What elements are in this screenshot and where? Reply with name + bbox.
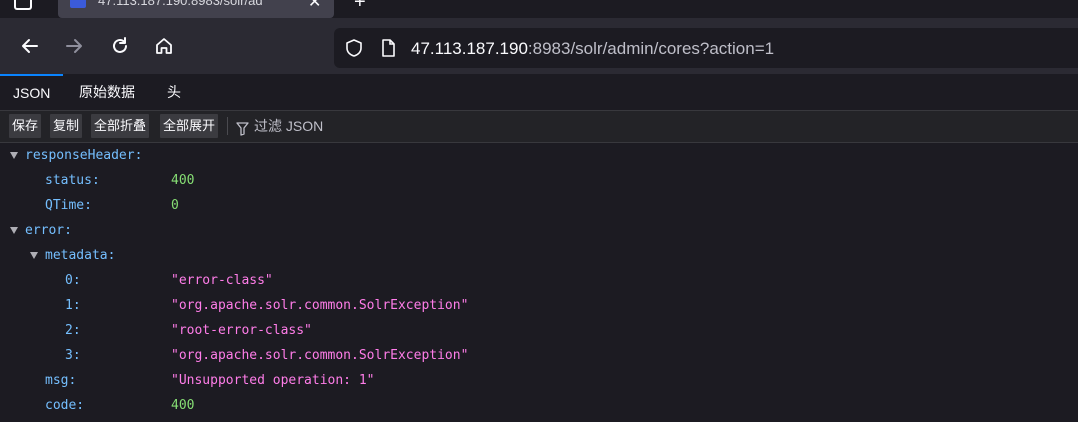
json-value: "org.apache.solr.common.SolrException" — [171, 348, 469, 363]
json-key: 3: — [65, 348, 81, 363]
tree-row-responseheader[interactable]: responseHeader: — [0, 143, 1078, 168]
expand-twisty-icon[interactable] — [10, 152, 18, 159]
json-key: status: — [45, 173, 100, 188]
json-key: 2: — [65, 323, 81, 338]
json-key: 0: — [65, 273, 81, 288]
save-button[interactable]: 保存 — [9, 114, 42, 138]
tab-title: 47.113.187.190:8983/solr/ad — [98, 0, 263, 8]
json-value: 0 — [171, 198, 179, 213]
json-toolbar: 保存 复制 全部折叠 全部展开 过滤 JSON — [0, 111, 1078, 143]
json-key: responseHeader: — [25, 148, 143, 163]
json-value: 400 — [171, 173, 195, 188]
json-value: "error-class" — [171, 273, 273, 288]
url-host: 47.113.187.190 — [411, 39, 528, 58]
browser-tab[interactable]: 47.113.187.190:8983/solr/ad ✕ — [58, 0, 334, 18]
tree-row-metadata[interactable]: metadata: — [0, 243, 1078, 268]
json-key: metadata: — [45, 248, 116, 263]
new-tab-icon[interactable]: + — [354, 0, 366, 14]
navigation-bar: 47.113.187.190:8983/solr/admin/cores?act… — [0, 18, 1078, 74]
tree-row-qtime[interactable]: QTime: 0 — [0, 193, 1078, 218]
reload-icon[interactable] — [106, 32, 134, 60]
toolbar-divider — [227, 117, 228, 135]
json-value: "Unsupported operation: 1" — [171, 373, 375, 388]
json-value: "root-error-class" — [171, 323, 312, 338]
json-key: code: — [45, 398, 85, 413]
expand-twisty-icon[interactable] — [30, 252, 38, 259]
tab-list-icon[interactable] — [14, 0, 32, 10]
json-value: "org.apache.solr.common.SolrException" — [171, 298, 469, 313]
favicon-icon — [70, 0, 86, 8]
tree-row-metadata-0[interactable]: 0: "error-class" — [0, 268, 1078, 293]
json-tree: responseHeader: status: 400 QTime: 0 err… — [0, 143, 1078, 422]
tree-row-msg[interactable]: msg: "Unsupported operation: 1" — [0, 368, 1078, 393]
tab-headers[interactable]: 头 — [154, 74, 194, 110]
tree-row-metadata-3[interactable]: 3: "org.apache.solr.common.SolrException… — [0, 343, 1078, 368]
shield-icon[interactable] — [344, 38, 364, 63]
url-path: :8983/solr/admin/cores?action=1 — [527, 39, 775, 58]
copy-button[interactable]: 复制 — [50, 114, 83, 138]
tab-strip: 47.113.187.190:8983/solr/ad ✕ + — [0, 0, 1078, 18]
json-key: error: — [25, 223, 72, 238]
expand-twisty-icon[interactable] — [10, 227, 18, 234]
collapse-all-button[interactable]: 全部折叠 — [91, 114, 150, 138]
filter-icon — [236, 119, 249, 143]
tree-row-error[interactable]: error: — [0, 218, 1078, 243]
json-key: msg: — [45, 373, 77, 388]
tab-json[interactable]: JSON — [0, 74, 64, 110]
tab-raw-data[interactable]: 原始数据 — [66, 74, 148, 110]
filter-json-input[interactable]: 过滤 JSON — [236, 114, 323, 138]
viewer-tabs: JSON 原始数据 头 — [0, 74, 1078, 111]
expand-all-button[interactable]: 全部展开 — [160, 114, 219, 138]
tree-row-metadata-1[interactable]: 1: "org.apache.solr.common.SolrException… — [0, 293, 1078, 318]
tree-row-code[interactable]: code: 400 — [0, 393, 1078, 418]
close-icon[interactable]: ✕ — [308, 0, 321, 12]
back-icon[interactable] — [16, 32, 44, 60]
home-icon[interactable] — [150, 32, 178, 60]
json-key: 1: — [65, 298, 81, 313]
tree-row-status[interactable]: status: 400 — [0, 168, 1078, 193]
filter-placeholder: 过滤 JSON — [254, 118, 324, 134]
url-bar[interactable]: 47.113.187.190:8983/solr/admin/cores?act… — [334, 28, 1078, 68]
tree-row-metadata-2[interactable]: 2: "root-error-class" — [0, 318, 1078, 343]
json-value: 400 — [171, 398, 195, 413]
url-text[interactable]: 47.113.187.190:8983/solr/admin/cores?act… — [411, 39, 774, 59]
forward-icon[interactable] — [60, 32, 88, 60]
json-key: QTime: — [45, 198, 92, 213]
page-icon[interactable] — [378, 38, 398, 63]
